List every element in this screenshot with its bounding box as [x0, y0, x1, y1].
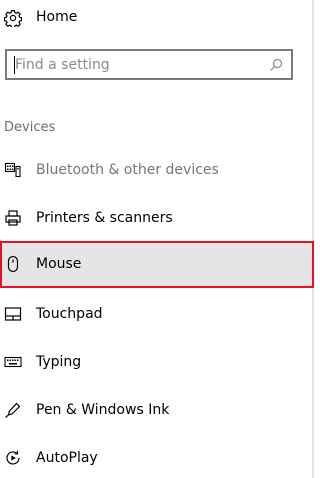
nav-item-printers-label: Printers & scanners — [36, 210, 173, 226]
nav-item-autoplay[interactable]: AutoPlay — [0, 435, 314, 478]
nav-item-typing-label: Typing — [36, 354, 82, 370]
nav-home[interactable]: Home — [0, 0, 300, 36]
mouse-icon — [4, 255, 22, 273]
search-icon[interactable] — [268, 57, 284, 73]
touchpad-icon — [4, 305, 22, 323]
section-title-devices: Devices — [4, 120, 56, 135]
nav-item-printers[interactable]: Printers & scanners — [0, 195, 314, 241]
gear-icon — [4, 9, 22, 27]
pen-icon — [4, 401, 22, 419]
nav-item-touchpad-label: Touchpad — [36, 306, 103, 322]
search-input[interactable] — [15, 56, 255, 74]
nav-item-pen[interactable]: Pen & Windows Ink — [0, 387, 314, 433]
search-box[interactable] — [5, 49, 293, 80]
nav-item-pen-label: Pen & Windows Ink — [36, 402, 170, 418]
printer-icon — [4, 209, 22, 227]
nav-item-touchpad[interactable]: Touchpad — [0, 291, 314, 337]
nav-item-mouse-label: Mouse — [36, 256, 82, 272]
nav-item-mouse[interactable]: Mouse — [0, 241, 314, 288]
settings-sidebar: Home Devices — [0, 0, 314, 478]
nav-home-label: Home — [36, 9, 78, 25]
nav-item-bluetooth-label: Bluetooth & other devices — [36, 162, 219, 178]
bluetooth-devices-icon — [4, 161, 22, 179]
nav-item-typing[interactable]: Typing — [0, 339, 314, 385]
nav-item-autoplay-label: AutoPlay — [36, 450, 98, 466]
nav-item-bluetooth[interactable]: Bluetooth & other devices — [0, 147, 314, 193]
keyboard-icon — [4, 353, 22, 371]
autoplay-icon — [4, 449, 22, 467]
